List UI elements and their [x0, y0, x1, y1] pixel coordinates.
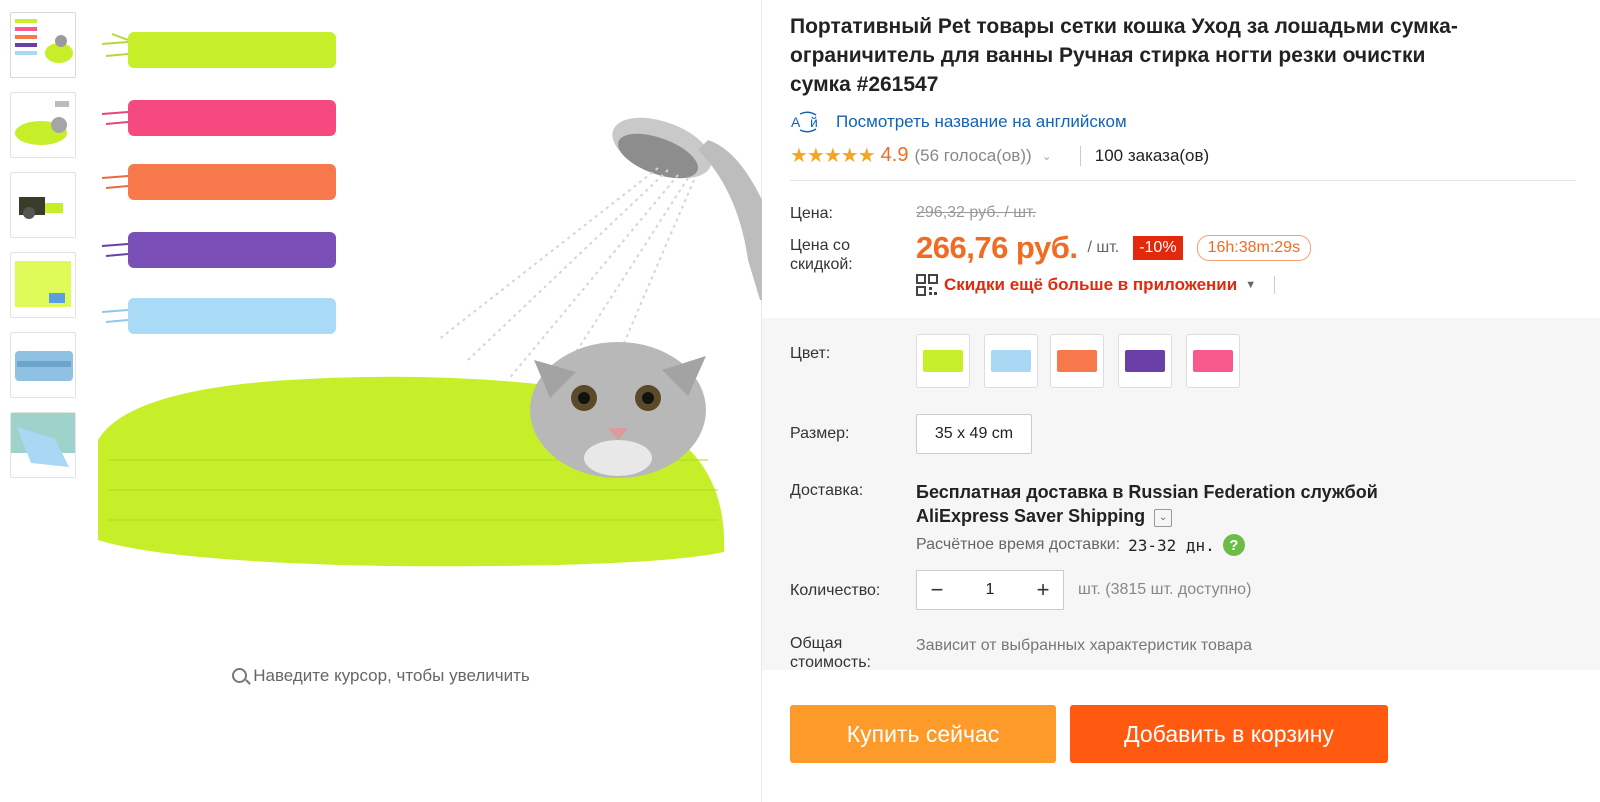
- swatch-fill: [1193, 350, 1233, 372]
- swatch-fill: [923, 350, 963, 372]
- plus-icon[interactable]: +: [1033, 577, 1053, 603]
- translate-icon: A й: [790, 110, 826, 134]
- rating-score: 4.9: [880, 144, 909, 166]
- help-icon[interactable]: ?: [1222, 534, 1245, 556]
- current-price: 266,76 руб.: [916, 230, 1078, 265]
- countdown-timer: 16h:38m:29s: [1196, 235, 1312, 261]
- shipping-line1: Бесплатная доставка в Russian Federation…: [916, 482, 1378, 502]
- color-swatch-pink[interactable]: [1186, 334, 1240, 388]
- chevron-down-icon[interactable]: ⌄: [1042, 149, 1052, 163]
- thumbnail-2[interactable]: [10, 92, 76, 158]
- svg-text:й: й: [810, 114, 818, 130]
- cat-head: [530, 342, 706, 478]
- bag-green: [101, 32, 336, 68]
- rating-row: ★★★★★ 4.9 (56 голоса(ов)) ⌄ 100 заказа(о…: [790, 143, 1209, 168]
- discount-price-label: Цена со скидкой:: [790, 236, 853, 274]
- bag-orange: [101, 164, 336, 200]
- total-label: Общая стоимость:: [790, 634, 871, 672]
- quantity-stepper: − 1 +: [916, 570, 1064, 610]
- product-gallery: Наведите курсор, чтобы увеличить: [0, 0, 762, 802]
- magnifier-icon: [232, 668, 248, 683]
- shipping-method-text[interactable]: AliExpress Saver Shipping: [916, 506, 1145, 526]
- old-price: 296,32 руб. / шт.: [916, 204, 1037, 221]
- total-label-line1: Общая: [790, 635, 843, 652]
- separator: [1079, 145, 1081, 166]
- thumbnail-3[interactable]: [10, 172, 76, 238]
- app-promo-text[interactable]: Скидки ещё больше в приложении: [944, 275, 1237, 295]
- delivery-time-label: Расчётное время доставки:: [916, 536, 1121, 553]
- buy-now-button[interactable]: Купить сейчас: [790, 705, 1056, 763]
- color-swatch-purple[interactable]: [1118, 334, 1172, 388]
- thumbnail-6[interactable]: [10, 412, 76, 478]
- shipping-label: Доставка:: [790, 482, 864, 499]
- swatch-fill: [991, 350, 1031, 372]
- price-label: Цена:: [790, 205, 833, 222]
- discount-price-label-line2: скидкой:: [790, 256, 853, 273]
- discount-badge: -10%: [1133, 236, 1183, 260]
- color-swatch-green[interactable]: [916, 334, 970, 388]
- translate-label[interactable]: Посмотреть название на английском: [836, 112, 1127, 132]
- total-label-line2: стоимость:: [790, 654, 871, 671]
- qr-code-icon: [916, 274, 938, 296]
- thumbnail-list: [10, 12, 76, 492]
- price-row: 266,76 руб. / шт. -10% 16h:38m:29s: [916, 230, 1312, 266]
- thumbnail-1[interactable]: [10, 12, 76, 78]
- caret-down-icon[interactable]: ▼: [1245, 279, 1256, 291]
- bag-blue: [101, 298, 336, 334]
- product-title: Портативный Pet товары сетки кошка Уход …: [790, 15, 1458, 96]
- quantity-input[interactable]: 1: [986, 581, 995, 599]
- bag-purple: [101, 232, 336, 268]
- add-to-cart-button[interactable]: Добавить в корзину: [1070, 705, 1388, 763]
- quantity-available: шт. (3815 шт. доступно): [1078, 581, 1252, 598]
- price-unit: / шт.: [1087, 239, 1120, 256]
- shower-head: [437, 117, 762, 381]
- shipping-method[interactable]: AliExpress Saver Shipping ⌄: [916, 504, 1436, 528]
- rating-votes[interactable]: (56 голоса(ов)): [914, 146, 1031, 166]
- orders-count: 100 заказа(ов): [1094, 145, 1210, 165]
- swatch-fill: [1057, 350, 1097, 372]
- discount-price-label-line1: Цена со: [790, 237, 850, 254]
- separator: [1274, 276, 1276, 294]
- bag-pink: [101, 100, 336, 136]
- app-promo[interactable]: Скидки ещё больше в приложении ▼: [916, 274, 1276, 296]
- zoom-hint: Наведите курсор, чтобы увеличить: [0, 666, 762, 686]
- color-swatch-blue[interactable]: [984, 334, 1038, 388]
- thumbnail-5[interactable]: [10, 332, 76, 398]
- size-label: Размер:: [790, 425, 850, 442]
- zoom-hint-text: Наведите курсор, чтобы увеличить: [253, 666, 530, 685]
- svg-text:A: A: [791, 114, 801, 130]
- thumbnail-4[interactable]: [10, 252, 76, 318]
- size-option[interactable]: 35 x 49 cm: [916, 414, 1032, 454]
- dropdown-icon[interactable]: ⌄: [1154, 509, 1173, 527]
- delivery-time: Расчётное время доставки: 23-32 дн. ?: [916, 534, 1245, 556]
- rating-stars: ★★★★★: [790, 145, 876, 167]
- main-product-image[interactable]: [88, 0, 762, 640]
- color-label: Цвет:: [790, 345, 831, 362]
- translate-title-link[interactable]: A й Посмотреть название на английском: [790, 110, 1127, 134]
- minus-icon[interactable]: −: [927, 577, 947, 603]
- swatch-fill: [1125, 350, 1165, 372]
- color-swatch-orange[interactable]: [1050, 334, 1104, 388]
- total-value: Зависит от выбранных характеристик товар…: [916, 637, 1252, 654]
- divider: [790, 180, 1576, 181]
- delivery-time-value: 23-32 дн.: [1128, 535, 1215, 555]
- quantity-label: Количество:: [790, 582, 881, 599]
- shipping-info: Бесплатная доставка в Russian Federation…: [916, 480, 1436, 528]
